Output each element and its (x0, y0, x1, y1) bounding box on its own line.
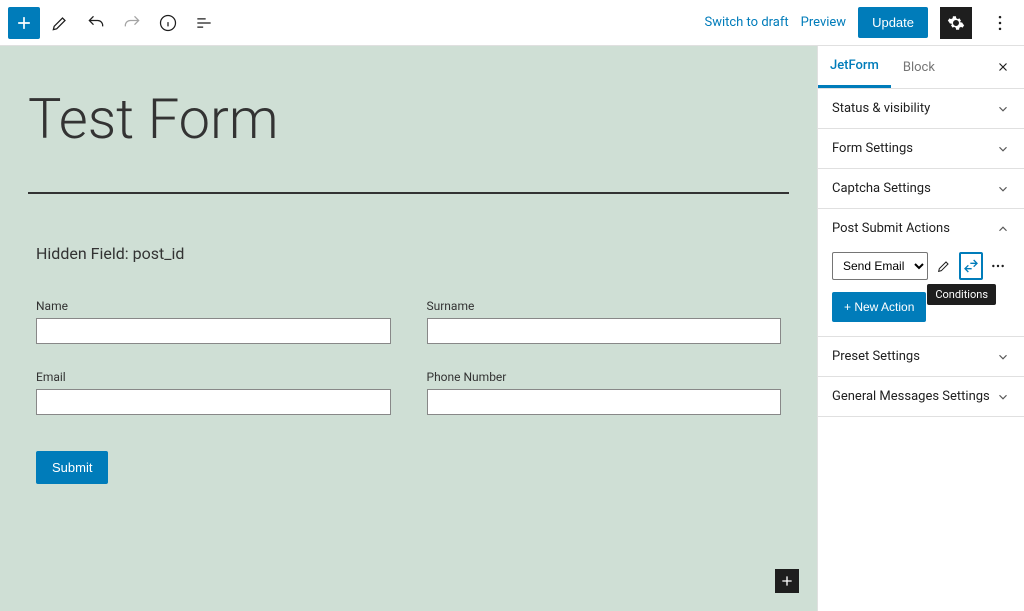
divider (28, 192, 789, 194)
name-input[interactable] (36, 318, 391, 344)
update-button[interactable]: Update (858, 7, 928, 38)
field-surname[interactable]: Surname (427, 299, 782, 344)
chevron-down-icon (996, 102, 1010, 116)
preview-link[interactable]: Preview (801, 15, 846, 30)
panel-head-form-settings[interactable]: Form Settings (818, 129, 1024, 168)
editor-canvas[interactable]: Test Form Hidden Field: post_id Name Sur… (0, 46, 817, 611)
panel-status: Status & visibility (818, 89, 1024, 129)
main-area: Test Form Hidden Field: post_id Name Sur… (0, 46, 1024, 611)
conditions-button[interactable] (959, 252, 983, 280)
panel-form-settings: Form Settings (818, 129, 1024, 169)
settings-button[interactable] (940, 7, 972, 39)
panel-post-submit: Post Submit Actions Send Email (818, 209, 1024, 337)
field-email[interactable]: Email (36, 370, 391, 415)
field-label: Surname (427, 299, 782, 313)
details-button[interactable] (152, 7, 184, 39)
panel-title: Captcha Settings (832, 181, 931, 196)
close-sidebar-button[interactable] (992, 56, 1014, 78)
hidden-field-block[interactable]: Hidden Field: post_id (36, 244, 789, 263)
edit-mode-button[interactable] (44, 7, 76, 39)
toolbar-right: Switch to draft Preview Update (704, 7, 1016, 39)
chevron-up-icon (996, 222, 1010, 236)
panel-body-post-submit: Send Email Conditions + New Action (818, 248, 1024, 336)
action-row: Send Email Conditions (832, 252, 1010, 280)
add-block-corner-button[interactable] (775, 569, 799, 593)
more-action-button[interactable] (987, 252, 1010, 280)
action-type-select[interactable]: Send Email (832, 252, 928, 280)
chevron-down-icon (996, 142, 1010, 156)
panel-title: General Messages Settings (832, 389, 990, 404)
panel-head-status[interactable]: Status & visibility (818, 89, 1024, 128)
redo-button[interactable] (116, 7, 148, 39)
new-action-button[interactable]: + New Action (832, 292, 926, 322)
panel-general-messages: General Messages Settings (818, 377, 1024, 417)
tab-block[interactable]: Block (891, 48, 947, 87)
field-name[interactable]: Name (36, 299, 391, 344)
toolbar-left (8, 7, 220, 39)
field-phone[interactable]: Phone Number (427, 370, 782, 415)
conditions-tooltip: Conditions (927, 284, 996, 305)
chevron-down-icon (996, 182, 1010, 196)
phone-input[interactable] (427, 389, 782, 415)
email-input[interactable] (36, 389, 391, 415)
page-title[interactable]: Test Form (28, 86, 789, 152)
panel-head-preset[interactable]: Preset Settings (818, 337, 1024, 376)
outline-button[interactable] (188, 7, 220, 39)
edit-action-button[interactable] (932, 252, 955, 280)
top-toolbar: Switch to draft Preview Update (0, 0, 1024, 46)
field-label: Email (36, 370, 391, 384)
options-button[interactable] (984, 7, 1016, 39)
panel-head-post-submit[interactable]: Post Submit Actions (818, 209, 1024, 248)
add-block-button[interactable] (8, 7, 40, 39)
panel-title: Preset Settings (832, 349, 920, 364)
panel-title: Form Settings (832, 141, 913, 156)
field-label: Name (36, 299, 391, 313)
form-fields-grid: Name Surname Email Phone Number (28, 299, 789, 415)
panel-title: Post Submit Actions (832, 221, 950, 236)
panel-head-general-messages[interactable]: General Messages Settings (818, 377, 1024, 416)
submit-button[interactable]: Submit (36, 451, 108, 484)
field-label: Phone Number (427, 370, 782, 384)
chevron-down-icon (996, 350, 1010, 364)
tab-jetform[interactable]: JetForm (818, 46, 891, 88)
chevron-down-icon (996, 390, 1010, 404)
surname-input[interactable] (427, 318, 782, 344)
switch-draft-link[interactable]: Switch to draft (704, 15, 788, 30)
sidebar-tabs: JetForm Block (818, 46, 1024, 89)
panel-preset: Preset Settings (818, 337, 1024, 377)
undo-button[interactable] (80, 7, 112, 39)
panel-title: Status & visibility (832, 101, 930, 116)
panel-captcha: Captcha Settings (818, 169, 1024, 209)
settings-sidebar: JetForm Block Status & visibility Form S… (817, 46, 1024, 611)
panel-head-captcha[interactable]: Captcha Settings (818, 169, 1024, 208)
